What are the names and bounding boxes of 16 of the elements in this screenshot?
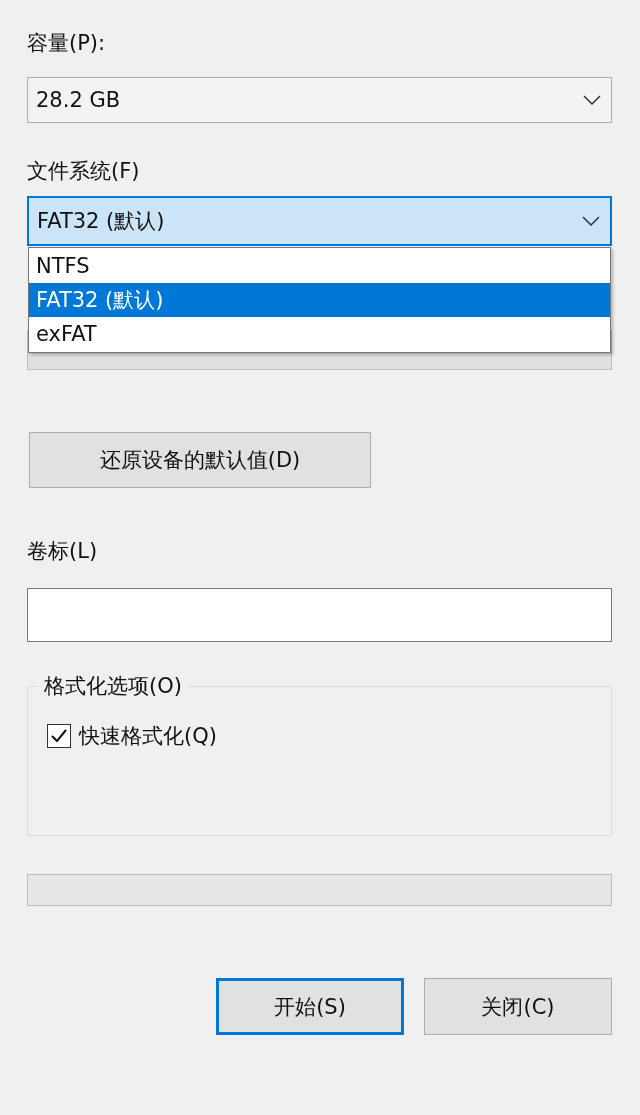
dropdown[interactable]: 28.2 GB [27, 77, 612, 123]
chevron-down-icon [582, 216, 600, 226]
dialog-button[interactable]: 开始(S) [216, 978, 404, 1035]
chevron-down-icon [583, 95, 601, 105]
checkbox-label[interactable]: 快速格式化(Q) [79, 723, 217, 749]
dropdown-option[interactable]: exFAT [29, 317, 610, 351]
dropdown-option[interactable]: NTFS [29, 249, 610, 283]
dialog-button[interactable]: 关闭(C) [424, 978, 612, 1035]
field-label: 卷标(L) [27, 538, 98, 564]
restore-defaults-button[interactable]: 还原设备的默认值(D) [29, 432, 371, 488]
volume-label-field[interactable] [27, 588, 612, 642]
dropdown-option[interactable]: FAT32 (默认) [29, 283, 610, 317]
checkbox[interactable] [47, 724, 71, 748]
field-label: 文件系统(F) [27, 158, 140, 184]
field-label: 容量(P): [27, 30, 106, 56]
dropdown[interactable]: FAT32 (默认) [27, 196, 612, 246]
